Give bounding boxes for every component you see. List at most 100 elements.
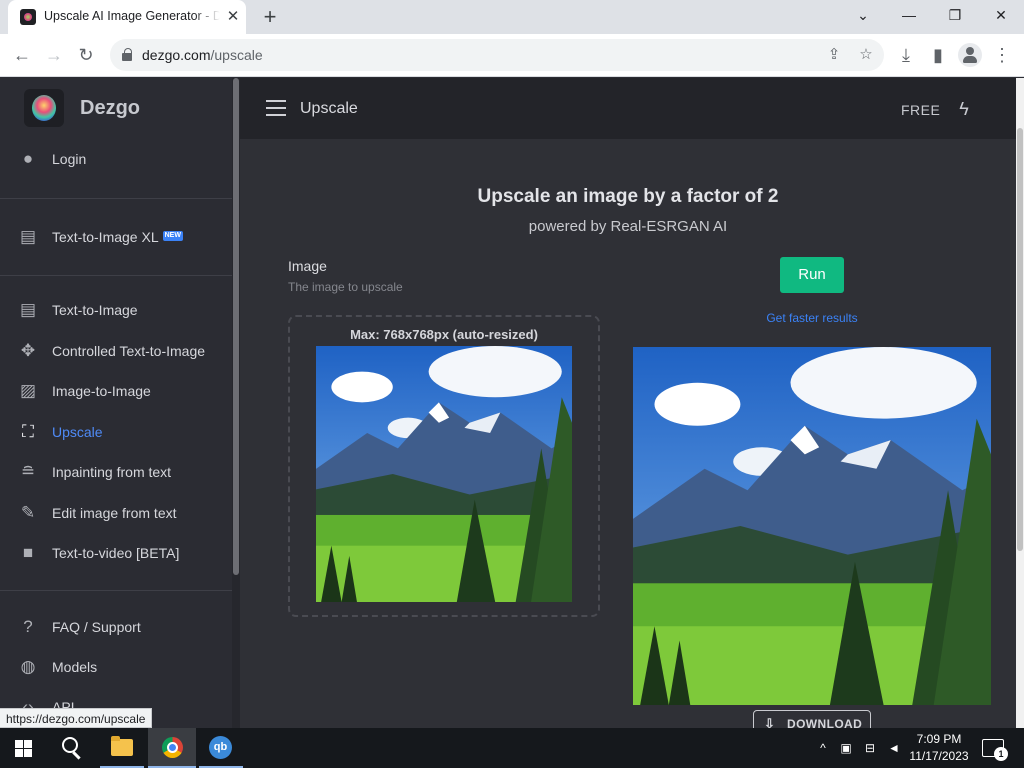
sidebar: Dezgo ● Login ▤ Text-to-Image XL NEW ▤ Te… bbox=[0, 78, 232, 728]
notification-count-badge: 1 bbox=[994, 747, 1008, 761]
image-icon: ▨ bbox=[19, 381, 37, 400]
sidebar-item-label: Inpainting from text bbox=[52, 464, 172, 480]
sidebar-item-controlled-text-to-image[interactable]: ✥ Controlled Text-to-Image bbox=[0, 334, 232, 370]
image-field-hint: The image to upscale bbox=[288, 280, 403, 294]
windows-start-icon[interactable] bbox=[15, 740, 32, 757]
tool-subheadline: powered by Real-ESRGAN AI bbox=[528, 218, 728, 235]
browser-tab-strip: Upscale AI Image Generator - Dezgo ✕ + ⌄… bbox=[0, 0, 1024, 34]
reload-icon[interactable]: ↻ bbox=[73, 42, 99, 68]
chevron-up-icon[interactable]: ^ bbox=[815, 740, 831, 756]
source-image[interactable] bbox=[316, 346, 572, 602]
message-dots-icon: ▤ bbox=[19, 300, 37, 319]
sidebar-item-image-to-image[interactable]: ▨ Image-to-Image bbox=[0, 374, 232, 410]
sidebar-item-upscale[interactable]: ⛶ Upscale bbox=[0, 415, 232, 451]
sidebar-item-models[interactable]: ◍ Models bbox=[0, 650, 232, 686]
sidebar-item-label: Text-to-video [BETA] bbox=[52, 545, 180, 561]
qbittorrent-icon[interactable]: qb bbox=[209, 736, 232, 759]
sidebar-scrollbar[interactable] bbox=[232, 78, 240, 728]
taskbar-clock[interactable]: 7:09 PM 11/17/2023 bbox=[906, 731, 972, 765]
minimize-button[interactable]: — bbox=[886, 0, 932, 30]
upscaled-result-image[interactable] bbox=[633, 347, 991, 705]
sidebar-item-label: Login bbox=[52, 151, 87, 167]
sidebar-item-faq[interactable]: ? FAQ / Support bbox=[0, 610, 232, 646]
sidebar-item-login[interactable]: ● Login bbox=[0, 142, 232, 178]
back-arrow-icon[interactable]: ← bbox=[9, 42, 35, 68]
close-window-button[interactable]: ✕ bbox=[978, 0, 1024, 30]
download-icon[interactable]: ⤓ bbox=[893, 42, 919, 68]
page-scrollbar[interactable] bbox=[1016, 78, 1024, 728]
tool-headline: Upscale an image by a factor of 2 bbox=[477, 186, 779, 207]
share-icon[interactable]: ⇪ bbox=[824, 45, 844, 65]
sidebar-item-label: Models bbox=[52, 659, 98, 675]
help-icon: ? bbox=[23, 617, 33, 636]
sidebar-item-label: Upscale bbox=[52, 424, 103, 440]
forward-arrow-icon[interactable]: → bbox=[41, 42, 67, 68]
tab-search-button[interactable]: ⌄ bbox=[840, 0, 886, 30]
security-alert-icon[interactable]: ▣ bbox=[838, 740, 854, 756]
sidebar-item-label: Controlled Text-to-Image bbox=[52, 343, 206, 359]
sidebar-divider bbox=[0, 198, 232, 199]
plan-label[interactable]: FREE bbox=[901, 102, 940, 118]
dropzone-hint: Max: 768x768px (auto-resized) bbox=[350, 327, 538, 342]
faster-results-link[interactable]: Get faster results bbox=[722, 311, 902, 325]
edit-note-icon: ✎ bbox=[20, 503, 36, 522]
account-circle-icon: ● bbox=[22, 149, 34, 168]
sidebar-item-label: Text-to-Image bbox=[52, 302, 138, 318]
sidebar-item-text-to-image-xl[interactable]: ▤ Text-to-Image XL NEW bbox=[0, 220, 232, 256]
download-button[interactable]: ⇩ DOWNLOAD bbox=[753, 710, 871, 728]
bookmark-star-icon[interactable]: ☆ bbox=[856, 45, 876, 65]
hamburger-menu-icon[interactable] bbox=[266, 100, 286, 116]
app-header: Upscale FREE ϟ bbox=[240, 78, 1016, 139]
kebab-menu-icon[interactable]: ⋮ bbox=[989, 42, 1015, 68]
image-field-label: Image bbox=[288, 258, 327, 274]
browser-toolbar: ← → ↻ dezgo.com/upscale ⇪ ☆ ⤓ ▮ ⋮ bbox=[0, 34, 1024, 77]
new-tab-button[interactable]: + bbox=[256, 4, 284, 30]
sidebar-item-label: Image-to-Image bbox=[52, 383, 151, 399]
download-arrow-icon: ⇩ bbox=[764, 716, 776, 728]
sidebar-item-label: Edit image from text bbox=[52, 505, 177, 521]
wrap-text-icon: ≘ bbox=[20, 462, 36, 481]
run-button[interactable]: Run bbox=[780, 257, 844, 293]
link-preview-status: https://dezgo.com/upscale bbox=[0, 708, 153, 728]
download-label: DOWNLOAD bbox=[787, 717, 863, 728]
profile-avatar-icon[interactable] bbox=[958, 43, 982, 67]
message-dots-icon: ▤ bbox=[19, 227, 37, 246]
restore-button[interactable]: ❐ bbox=[932, 0, 978, 30]
sidebar-item-inpainting[interactable]: ≘ Inpainting from text bbox=[0, 455, 232, 491]
sidebar-item-text-to-video[interactable]: ■ Text-to-video [BETA] bbox=[0, 536, 232, 572]
page-title: Upscale bbox=[300, 100, 358, 117]
brand-name[interactable]: Dezgo bbox=[80, 97, 140, 120]
side-panel-icon[interactable]: ▮ bbox=[925, 42, 951, 68]
sidebar-divider bbox=[0, 590, 232, 591]
clock-date: 11/17/2023 bbox=[909, 749, 969, 763]
lock-icon[interactable] bbox=[122, 48, 132, 61]
dezgo-logo[interactable] bbox=[24, 89, 64, 127]
aspect-ratio-icon: ⛶ bbox=[22, 422, 34, 441]
bolt-icon[interactable]: ϟ bbox=[956, 98, 972, 120]
volume-muted-icon[interactable]: ◄ bbox=[886, 740, 902, 756]
new-badge: NEW bbox=[162, 231, 183, 241]
main-content: Upscale an image by a factor of 2 powere… bbox=[240, 139, 1016, 728]
sidebar-divider bbox=[0, 275, 232, 276]
sidebar-item-edit-image[interactable]: ✎ Edit image from text bbox=[0, 496, 232, 532]
file-explorer-icon[interactable] bbox=[111, 736, 133, 756]
tab-title: Upscale AI Image Generator - Dezgo bbox=[44, 9, 220, 23]
address-bar[interactable]: dezgo.com/upscale ⇪ ☆ bbox=[110, 39, 884, 71]
sidebar-item-label: Text-to-Image XL NEW bbox=[52, 229, 183, 245]
browser-tab[interactable]: Upscale AI Image Generator - Dezgo ✕ bbox=[8, 0, 246, 34]
search-icon[interactable] bbox=[62, 737, 78, 753]
page-scrollbar-thumb[interactable] bbox=[1017, 128, 1023, 551]
chrome-icon[interactable] bbox=[162, 737, 183, 758]
tab-close-icon[interactable]: ✕ bbox=[224, 8, 242, 26]
clock-time: 7:09 PM bbox=[916, 732, 962, 746]
sidebar-scrollbar-thumb[interactable] bbox=[233, 78, 239, 575]
windows-taskbar: qb ^ ▣ ⊟ ◄ 7:09 PM 11/17/2023 1 bbox=[0, 728, 1024, 768]
videocam-icon: ■ bbox=[22, 543, 34, 562]
network-icon[interactable]: ⊟ bbox=[862, 740, 878, 756]
move-icon: ✥ bbox=[20, 341, 36, 360]
models-icon: ◍ bbox=[20, 657, 36, 676]
url-text[interactable]: dezgo.com/upscale bbox=[142, 47, 263, 63]
sidebar-item-label: FAQ / Support bbox=[52, 619, 141, 635]
sidebar-item-text-to-image[interactable]: ▤ Text-to-Image bbox=[0, 293, 232, 329]
dezgo-favicon-icon bbox=[20, 9, 36, 25]
